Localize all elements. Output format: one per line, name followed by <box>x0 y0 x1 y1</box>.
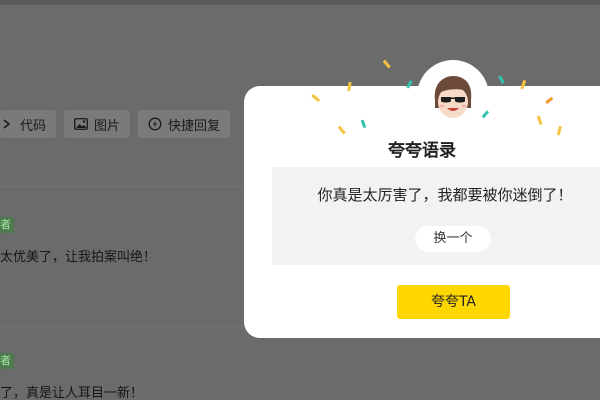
background-top-bar <box>0 0 600 5</box>
quick-reply-button-label: 快捷回复 <box>168 118 221 134</box>
author-badge: 者 <box>0 353 14 369</box>
comment-text: 太优美了，让我拍案叫绝！ <box>0 250 157 265</box>
image-icon <box>74 117 88 131</box>
praise-box: 你真是太厉害了，我都要被你迷倒了！ 换一个 <box>272 167 600 265</box>
code-button-label: 代码 <box>20 118 47 134</box>
author-badge: 者 <box>0 217 14 233</box>
swap-button[interactable]: 换一个 <box>415 226 491 252</box>
praise-button[interactable]: 夸夸TA <box>397 285 510 319</box>
praise-text: 你真是太厉害了，我都要被你迷倒了！ <box>317 186 573 204</box>
comment-text: 了，真是让人耳目一新！ <box>0 386 144 400</box>
divider <box>0 186 245 187</box>
divider <box>0 326 245 327</box>
editor-toolbar: 代码 图片 快捷回复 <box>0 110 231 138</box>
modal-title: 夸夸语录 <box>388 141 456 161</box>
quick-reply-button[interactable]: 快捷回复 <box>138 110 231 138</box>
quick-reply-icon <box>148 117 162 131</box>
confetti-decoration <box>311 59 562 136</box>
code-icon <box>0 117 14 131</box>
image-button-label: 图片 <box>94 118 121 134</box>
code-button[interactable]: 代码 <box>0 110 57 138</box>
image-button[interactable]: 图片 <box>64 110 131 138</box>
